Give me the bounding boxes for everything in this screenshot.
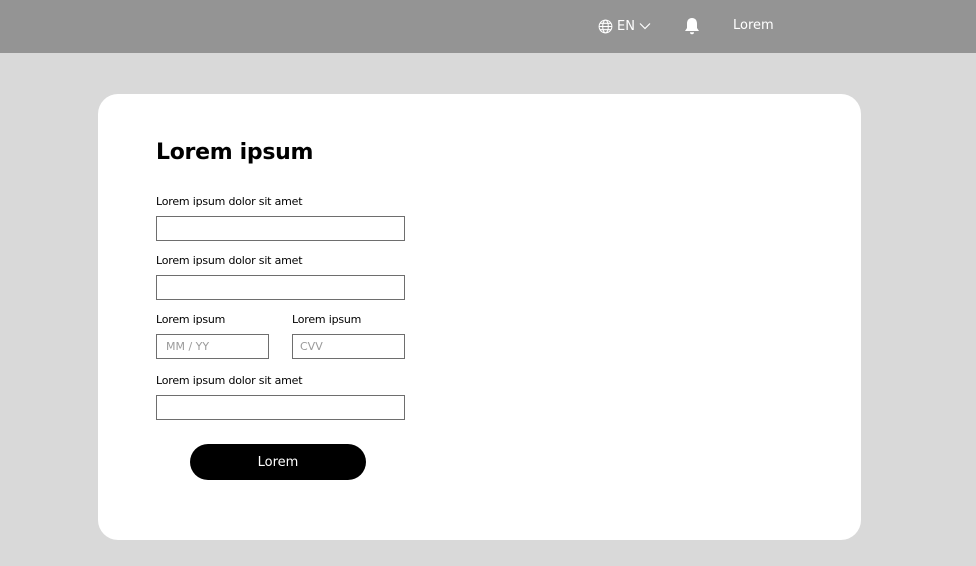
globe-icon xyxy=(598,19,613,33)
language-selector[interactable]: EN xyxy=(598,17,651,35)
cvv-label: Lorem ipsum xyxy=(292,313,362,326)
field1-input[interactable] xyxy=(156,216,405,241)
expiry-input[interactable] xyxy=(156,334,269,359)
language-code: EN xyxy=(617,18,635,34)
cvv-input[interactable] xyxy=(292,334,405,359)
chevron-down-icon xyxy=(639,23,651,30)
payment-card: Lorem ipsum Lorem ipsum dolor sit amet L… xyxy=(98,94,861,540)
page-title: Lorem ipsum xyxy=(156,140,314,165)
field2-label: Lorem ipsum dolor sit amet xyxy=(156,254,303,267)
user-menu-link[interactable]: Lorem xyxy=(733,18,774,33)
field2-input[interactable] xyxy=(156,275,405,300)
expiry-label: Lorem ipsum xyxy=(156,313,226,326)
top-bar: EN Lorem xyxy=(0,0,976,53)
field1-label: Lorem ipsum dolor sit amet xyxy=(156,195,303,208)
field4-label: Lorem ipsum dolor sit amet xyxy=(156,374,303,387)
bell-icon[interactable] xyxy=(682,16,702,36)
submit-button[interactable]: Lorem xyxy=(190,444,366,480)
field4-input[interactable] xyxy=(156,395,405,420)
